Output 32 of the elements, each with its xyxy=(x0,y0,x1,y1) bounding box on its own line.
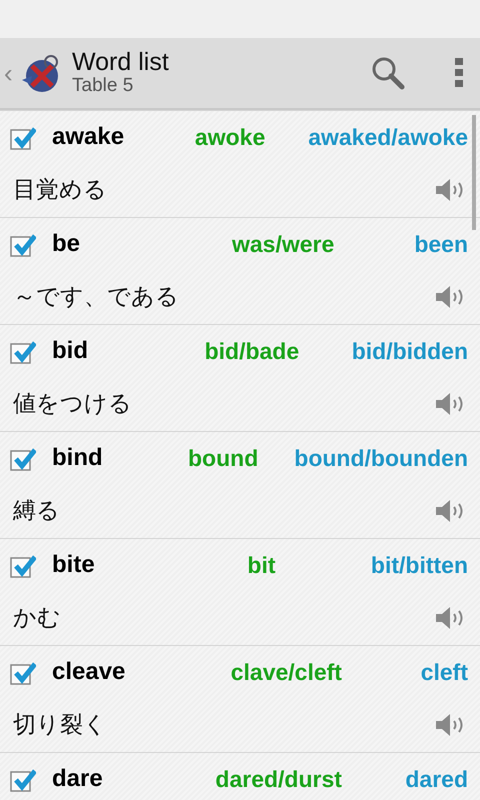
meaning-text: 縛る xyxy=(13,496,60,526)
base-form: dare xyxy=(52,764,104,794)
meaning-text: かむ xyxy=(13,604,61,633)
back-icon[interactable]: ‹ xyxy=(4,60,18,86)
past-participle: awaked/awoke xyxy=(308,122,468,152)
base-form: be xyxy=(52,229,82,259)
meaning-text: 切り裂く xyxy=(13,710,107,740)
search-icon[interactable] xyxy=(370,55,406,91)
past-form: bid/bade xyxy=(204,338,300,364)
past-form: bound xyxy=(188,444,258,471)
meaning-text: 目覚める xyxy=(13,176,107,205)
screen-subtitle: Table 5 xyxy=(72,76,134,98)
base-form: bite xyxy=(52,550,96,580)
past-participle: been xyxy=(414,230,468,259)
meaning-text: 値をつける xyxy=(13,390,132,419)
past-participle: dared xyxy=(405,764,468,794)
base-form: bid xyxy=(52,336,89,366)
screen-title: Word list xyxy=(72,48,170,76)
past-form: clave/cleft xyxy=(230,658,342,685)
past-form: awoke xyxy=(194,124,266,150)
base-form: bind xyxy=(52,443,104,473)
past-participle: cleft xyxy=(420,658,468,687)
past-form: bit xyxy=(247,552,276,578)
overflow-menu-icon[interactable] xyxy=(454,57,464,89)
past-participle: bit/bitten xyxy=(370,550,468,580)
past-participle: bid/bidden xyxy=(352,336,468,366)
base-form: cleave xyxy=(52,657,126,687)
meaning-text: ～です、である xyxy=(13,282,179,312)
past-form: was/were xyxy=(232,230,334,257)
base-form: awake xyxy=(52,122,126,152)
past-form: dared/durst xyxy=(215,766,342,792)
past-participle: bound/bounden xyxy=(294,444,468,473)
